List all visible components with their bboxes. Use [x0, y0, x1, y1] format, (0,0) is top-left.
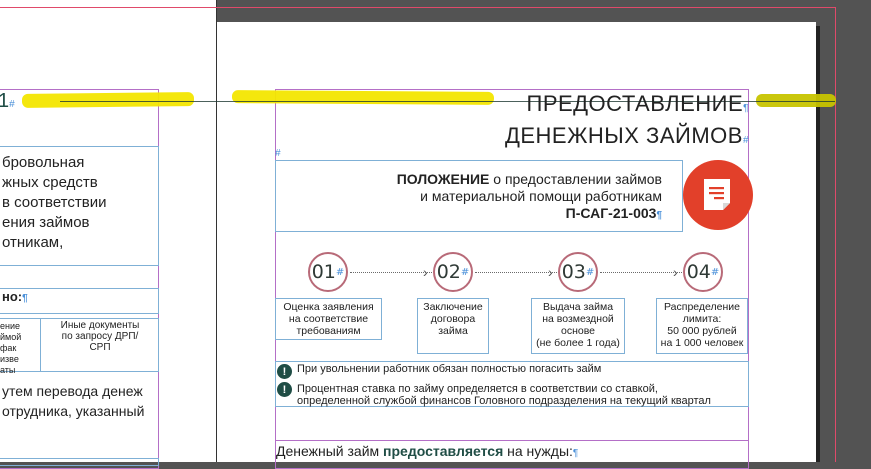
table-cell-line: СРП	[89, 342, 111, 353]
left-bottom-text: утем перевода денеж отрудника, указанный	[2, 381, 144, 421]
table-cell-line: фак	[0, 343, 17, 353]
bleed-guide-left	[0, 7, 217, 8]
left-bottom-frame	[0, 458, 159, 466]
arrow-icon: ›	[423, 264, 428, 280]
left-para-line: жных средств	[2, 174, 98, 191]
step-line: на 1 000 человек	[660, 337, 744, 349]
left-heading-fragment: 1#	[0, 90, 15, 112]
step-description-2: Заключение договора займа	[417, 298, 489, 354]
highlight-left	[21, 92, 195, 108]
footer-text: Денежный займ предоставляется на нужды:¶	[276, 443, 579, 459]
title-line-1: ПРЕДОСТАВЛЕНИЕ¶	[526, 91, 749, 116]
left-bold-label: но:¶	[2, 289, 28, 304]
regulation-line-2: и материальной помощи работникам	[420, 188, 662, 204]
left-para-line: ения займов	[2, 214, 90, 231]
step-description-4: Распределение лимита: 50 000 рублей на 1…	[656, 298, 748, 354]
warning-icon: !	[277, 364, 292, 379]
step-number-2: 02 #	[433, 252, 473, 292]
regulation-text: ПОЛОЖЕНИЕ о предоставлении займов и мате…	[397, 171, 662, 224]
note-2-line-1: Процентная ставка по займу определяется …	[297, 383, 658, 395]
step-connector	[350, 272, 432, 273]
highlight-title-left	[231, 90, 495, 105]
left-table-right-cell: Иные документы по запросу ДРП/ СРП	[46, 320, 154, 353]
step-description-3: Выдача займа на возмездной основе (не бо…	[531, 298, 625, 354]
left-bottom-line: отрудника, указанный	[2, 403, 145, 419]
left-table-divider	[40, 318, 41, 372]
frame-marker: #	[275, 148, 281, 159]
warning-icon: !	[277, 382, 292, 397]
document-badge[interactable]	[683, 160, 753, 230]
note-2-line-2: определенной службой финансов Головного …	[297, 395, 711, 407]
step-number-3: 03 #	[558, 252, 598, 292]
step-line: (не более 1 года)	[536, 337, 620, 349]
step-line: на соответствие	[288, 313, 369, 325]
step-line: лимита:	[682, 313, 722, 325]
step-connector	[475, 272, 557, 273]
page-title: ПРЕДОСТАВЛЕНИЕ¶ ДЕНЕЖНЫХ ЗАЙМОВ#	[505, 90, 749, 154]
step-connector	[600, 272, 682, 273]
left-para-line: бровольная	[2, 154, 85, 171]
section-separator	[275, 440, 749, 441]
step-line: 50 000 рублей	[667, 325, 737, 337]
step-line: основе	[560, 325, 596, 337]
regulation-code: П-САГ-21-003¶	[565, 205, 662, 221]
left-paragraph: бровольная жных средств в соответствии е…	[2, 153, 106, 253]
table-cell-line: по запросу ДРП/	[61, 331, 139, 342]
step-line: Выдача займа	[542, 301, 614, 313]
table-cell-line: ймой	[0, 332, 22, 342]
step-line: требованиям	[296, 325, 361, 337]
title-line-2: ДЕНЕЖНЫХ ЗАЙМОВ#	[504, 123, 749, 148]
left-para-line: в соответствии	[2, 194, 107, 211]
bleed-guide-right	[835, 7, 836, 462]
table-cell-line: аты	[0, 365, 16, 375]
step-number-4: 04 #	[683, 252, 723, 292]
table-cell-line: ение	[0, 321, 21, 331]
step-line: займа	[438, 325, 468, 337]
note-1: При увольнении работник обязан полностью…	[297, 363, 602, 375]
step-description-1: Оценка заявления на соответствие требова…	[275, 298, 382, 340]
arrow-icon: ›	[548, 264, 553, 280]
document-icon	[704, 179, 730, 210]
step-number-1: 01 #	[308, 252, 348, 292]
right-page-shadow	[816, 26, 820, 462]
step-line: Оценка заявления	[283, 301, 374, 313]
step-line: на возмездной	[542, 313, 614, 325]
left-para-line: отникам,	[2, 234, 64, 251]
step-line: договора	[430, 313, 476, 325]
left-table-left-cell: ение ймой фак изве аты	[0, 321, 21, 376]
bleed-guide-top	[217, 7, 835, 8]
regulation-line-1: ПОЛОЖЕНИЕ о предоставлении займов	[396, 171, 662, 187]
table-cell-line: Иные документы	[60, 320, 140, 331]
step-line: Заключение	[423, 301, 483, 313]
table-cell-line: изве	[0, 354, 19, 364]
arrow-icon: ›	[673, 264, 678, 280]
step-line: Распределение	[664, 301, 740, 313]
left-bottom-line: утем перевода денеж	[2, 383, 143, 399]
